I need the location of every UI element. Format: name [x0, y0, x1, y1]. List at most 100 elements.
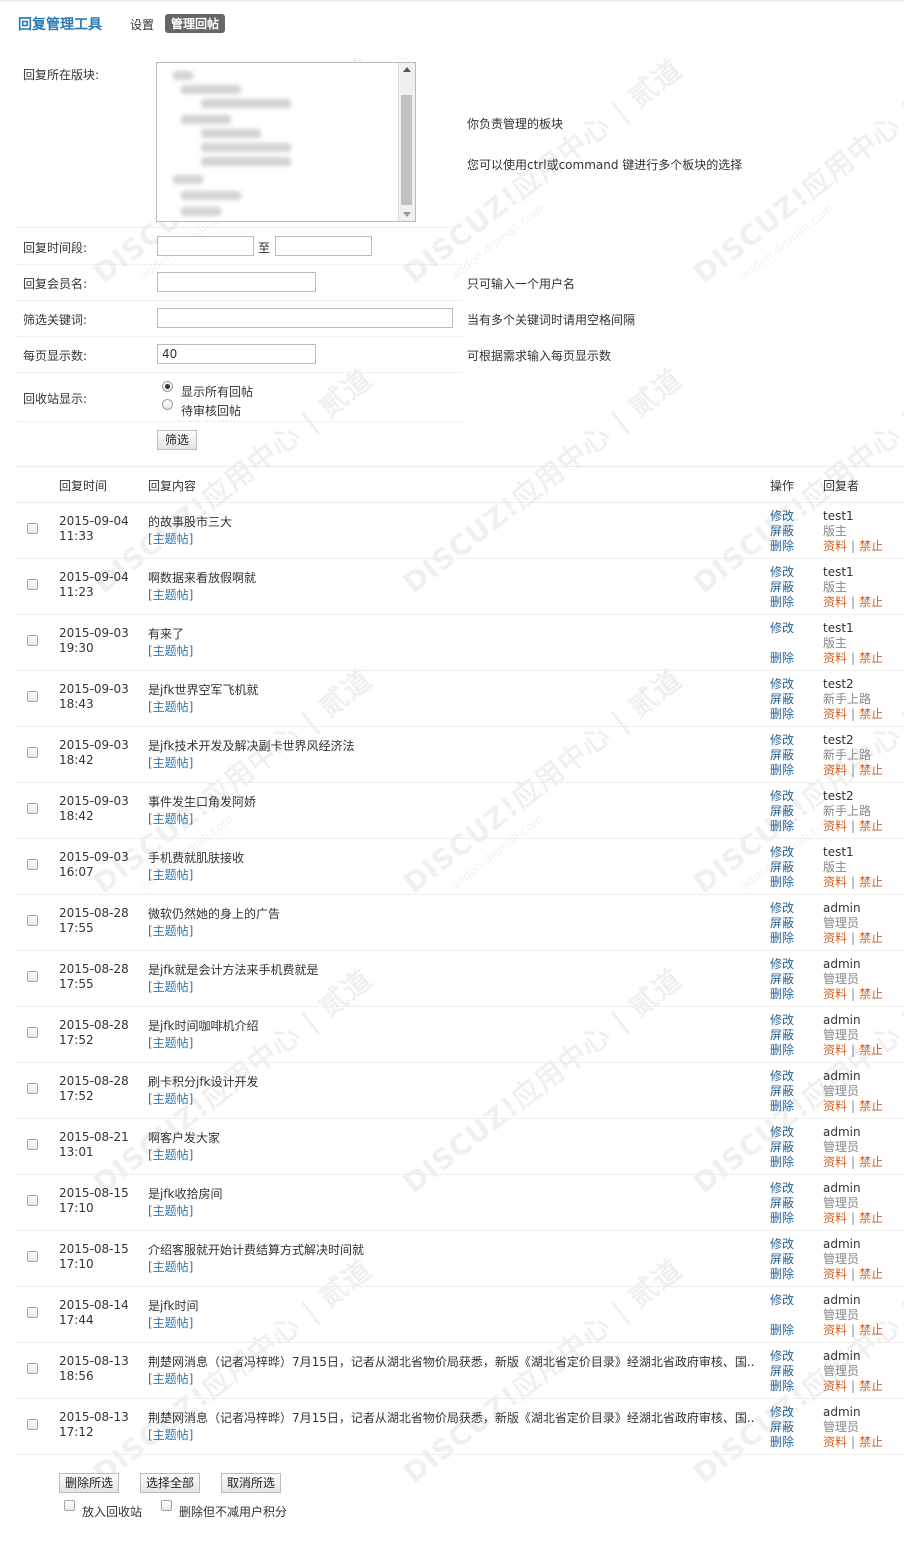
delete-link[interactable]: 删除 [770, 931, 794, 946]
reply-content[interactable]: 是jfk收拾房间 [148, 1187, 756, 1202]
time-to-input[interactable] [275, 236, 372, 256]
keep-credits-checkbox[interactable] [161, 1500, 172, 1511]
row-checkbox[interactable] [27, 803, 38, 814]
edit-link[interactable]: 修改 [770, 733, 794, 748]
row-checkbox[interactable] [27, 1363, 38, 1374]
radio-show-all[interactable] [162, 381, 173, 392]
edit-link[interactable]: 修改 [770, 1125, 794, 1140]
thread-tag-link[interactable]: [主题帖] [148, 698, 193, 715]
delete-link[interactable]: 删除 [770, 1211, 794, 1226]
delete-link[interactable]: 删除 [770, 987, 794, 1002]
time-from-input[interactable] [157, 236, 254, 256]
shield-link[interactable]: 屏蔽 [770, 1420, 794, 1435]
delete-selected-button[interactable]: 删除所选 [59, 1473, 119, 1493]
shield-link[interactable]: 屏蔽 [770, 524, 794, 539]
radio-pending[interactable] [162, 399, 173, 410]
delete-link[interactable]: 删除 [770, 595, 794, 610]
thread-tag-link[interactable]: [主题帖] [148, 1034, 193, 1051]
reply-content[interactable]: 啊数据来看放假啊就 [148, 571, 756, 586]
shield-link[interactable]: 屏蔽 [770, 804, 794, 819]
delete-link[interactable]: 删除 [770, 763, 794, 778]
edit-link[interactable]: 修改 [770, 1181, 794, 1196]
row-checkbox[interactable] [27, 1307, 38, 1318]
shield-link[interactable]: 屏蔽 [770, 1028, 794, 1043]
author-name[interactable]: admin [823, 1405, 861, 1420]
ban-link[interactable]: 禁止 [859, 1379, 883, 1393]
thread-tag-link[interactable]: [主题帖] [148, 1202, 193, 1219]
ban-link[interactable]: 禁止 [859, 875, 883, 889]
profile-link[interactable]: 资料 [823, 1155, 847, 1169]
profile-link[interactable]: 资料 [823, 1435, 847, 1449]
row-checkbox[interactable] [27, 915, 38, 926]
delete-link[interactable]: 删除 [770, 1155, 794, 1170]
delete-link[interactable]: 删除 [770, 651, 794, 666]
author-name[interactable]: test2 [823, 733, 854, 748]
thread-tag-link[interactable]: [主题帖] [148, 866, 193, 883]
thread-tag-link[interactable]: [主题帖] [148, 642, 193, 659]
edit-link[interactable]: 修改 [770, 677, 794, 692]
thread-tag-link[interactable]: [主题帖] [148, 1314, 193, 1331]
shield-link[interactable]: 屏蔽 [770, 748, 794, 763]
row-checkbox[interactable] [27, 1195, 38, 1206]
edit-link[interactable]: 修改 [770, 845, 794, 860]
thread-tag-link[interactable]: [主题帖] [148, 922, 193, 939]
profile-link[interactable]: 资料 [823, 819, 847, 833]
reply-content[interactable]: 微软仍然她的身上的广告 [148, 907, 756, 922]
reply-content[interactable]: 事件发生口角发阿娇 [148, 795, 756, 810]
profile-link[interactable]: 资料 [823, 763, 847, 777]
reply-content[interactable]: 刷卡积分jfk设计开发 [148, 1075, 756, 1090]
ban-link[interactable]: 禁止 [859, 1323, 883, 1337]
member-input[interactable] [157, 272, 316, 292]
row-checkbox[interactable] [27, 1083, 38, 1094]
reply-content[interactable]: 是jfk世界空军飞机就 [148, 683, 756, 698]
shield-link[interactable]: 屏蔽 [770, 1196, 794, 1211]
edit-link[interactable]: 修改 [770, 1237, 794, 1252]
select-all-button[interactable]: 选择全部 [140, 1473, 200, 1493]
profile-link[interactable]: 资料 [823, 1267, 847, 1281]
ban-link[interactable]: 禁止 [859, 707, 883, 721]
scroll-down-icon[interactable] [403, 212, 411, 217]
row-checkbox[interactable] [27, 1251, 38, 1262]
delete-link[interactable]: 删除 [770, 819, 794, 834]
shield-link[interactable]: 屏蔽 [770, 1364, 794, 1379]
profile-link[interactable]: 资料 [823, 1323, 847, 1337]
author-name[interactable]: test2 [823, 789, 854, 804]
delete-link[interactable]: 删除 [770, 1435, 794, 1450]
author-name[interactable]: admin [823, 1293, 861, 1308]
cancel-selected-button[interactable]: 取消所选 [221, 1473, 281, 1493]
scroll-up-icon[interactable] [403, 67, 411, 72]
author-name[interactable]: admin [823, 1237, 861, 1252]
author-name[interactable]: admin [823, 1181, 861, 1196]
author-name[interactable]: test1 [823, 621, 854, 636]
edit-link[interactable]: 修改 [770, 1069, 794, 1084]
ban-link[interactable]: 禁止 [859, 1043, 883, 1057]
row-checkbox[interactable] [27, 1027, 38, 1038]
edit-link[interactable]: 修改 [770, 1013, 794, 1028]
delete-link[interactable]: 删除 [770, 1323, 794, 1338]
thread-tag-link[interactable]: [主题帖] [148, 978, 193, 995]
edit-link[interactable]: 修改 [770, 1293, 794, 1308]
profile-link[interactable]: 资料 [823, 595, 847, 609]
tab-settings[interactable]: 设置 [130, 16, 154, 33]
profile-link[interactable]: 资料 [823, 707, 847, 721]
author-name[interactable]: test1 [823, 845, 854, 860]
thread-tag-link[interactable]: [主题帖] [148, 1090, 193, 1107]
keyword-input[interactable] [157, 308, 453, 328]
thread-tag-link[interactable]: [主题帖] [148, 1426, 193, 1443]
shield-link[interactable]: 屏蔽 [770, 580, 794, 595]
thread-tag-link[interactable]: [主题帖] [148, 530, 193, 547]
thread-tag-link[interactable]: [主题帖] [148, 1146, 193, 1163]
edit-link[interactable]: 修改 [770, 1405, 794, 1420]
delete-link[interactable]: 删除 [770, 875, 794, 890]
edit-link[interactable]: 修改 [770, 901, 794, 916]
thread-tag-link[interactable]: [主题帖] [148, 1258, 193, 1275]
edit-link[interactable]: 修改 [770, 789, 794, 804]
author-name[interactable]: test1 [823, 565, 854, 580]
shield-link[interactable]: 屏蔽 [770, 916, 794, 931]
row-checkbox[interactable] [27, 635, 38, 646]
row-checkbox[interactable] [27, 1139, 38, 1150]
author-name[interactable]: admin [823, 901, 861, 916]
ban-link[interactable]: 禁止 [859, 931, 883, 945]
reply-content[interactable]: 是jfk时间咖啡机介绍 [148, 1019, 756, 1034]
ban-link[interactable]: 禁止 [859, 651, 883, 665]
